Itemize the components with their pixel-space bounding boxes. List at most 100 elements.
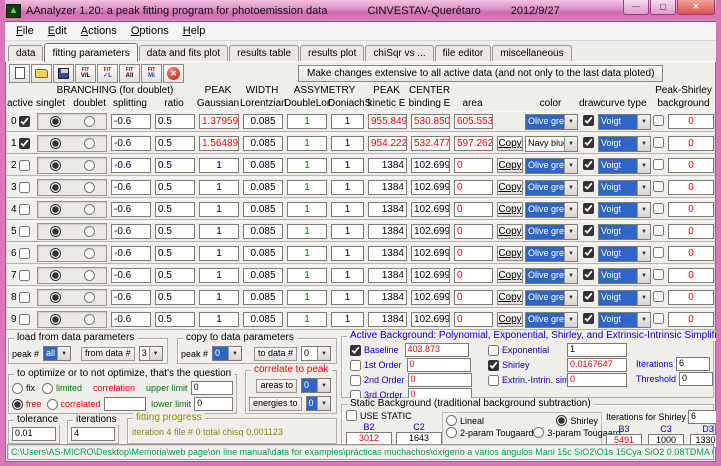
- doublelor-field[interactable]: 1: [287, 158, 327, 173]
- threshold-field[interactable]: 0: [679, 372, 713, 386]
- to-data-button[interactable]: to data #: [254, 347, 297, 361]
- lorentzian-field[interactable]: 0.085: [243, 136, 283, 151]
- kinetic-field[interactable]: 1384: [368, 202, 407, 217]
- singlet-radio[interactable]: [50, 116, 61, 127]
- tougaard3-radio[interactable]: [533, 427, 544, 438]
- tab-data[interactable]: data: [8, 45, 43, 61]
- lorentzian-field[interactable]: 0.085: [243, 114, 283, 129]
- draw-checkbox[interactable]: [583, 313, 594, 324]
- chevron-down-icon[interactable]: ▼: [637, 181, 650, 195]
- peak-shirley-field[interactable]: 0: [668, 202, 714, 217]
- peak-shirley-checkbox[interactable]: [653, 225, 664, 236]
- binding-field[interactable]: 102.6995: [411, 180, 450, 195]
- tab-data-and-fits-plot[interactable]: data and fits plot: [139, 45, 228, 61]
- iterations-field[interactable]: 4: [71, 427, 115, 441]
- doublet-radio[interactable]: [84, 226, 95, 237]
- binding-field[interactable]: 532.4771: [411, 136, 450, 151]
- doublet-radio[interactable]: [84, 292, 95, 303]
- gaussian-field[interactable]: 1.56489: [199, 136, 239, 151]
- binding-field[interactable]: 530.8508: [411, 114, 450, 129]
- curve-type-combo[interactable]: Voigt▼: [598, 268, 651, 284]
- use-static-checkbox[interactable]: [346, 410, 357, 421]
- doublet-radio[interactable]: [84, 116, 95, 127]
- lorentzian-field[interactable]: 0.085: [243, 312, 283, 327]
- draw-checkbox[interactable]: [583, 181, 594, 192]
- peak-shirley-checkbox[interactable]: [653, 313, 664, 324]
- fit-vl-button[interactable]: FITV/L: [75, 64, 96, 83]
- binding-field[interactable]: 102.6995: [411, 224, 450, 239]
- peak-shirley-field[interactable]: 0: [668, 246, 714, 261]
- fit-check-button[interactable]: FIT✓L: [97, 64, 118, 83]
- copy-button[interactable]: Copy: [497, 312, 523, 327]
- binding-field[interactable]: 102.6995: [411, 268, 450, 283]
- splitting-field[interactable]: -0.6: [111, 290, 151, 305]
- shirley-checkbox[interactable]: [488, 360, 499, 371]
- doniachs-field[interactable]: 1: [331, 136, 364, 151]
- kinetic-field[interactable]: 1384: [368, 224, 407, 239]
- chevron-down-icon[interactable]: ▼: [564, 159, 577, 173]
- doniachs-field[interactable]: 1: [331, 158, 364, 173]
- doniachs-field[interactable]: 1: [331, 202, 364, 217]
- binding-field[interactable]: 102.6995: [411, 202, 450, 217]
- shirley-field[interactable]: 0.0167647: [567, 358, 627, 372]
- menu-actions[interactable]: Actions: [74, 23, 124, 39]
- active-checkbox[interactable]: [19, 314, 30, 325]
- chevron-down-icon[interactable]: ▼: [564, 115, 577, 129]
- energies-to-button[interactable]: energies to: [249, 397, 302, 411]
- gaussian-field[interactable]: 1: [199, 180, 239, 195]
- draw-checkbox[interactable]: [583, 247, 594, 258]
- splitting-field[interactable]: -0.6: [111, 268, 151, 283]
- gaussian-field[interactable]: 1: [199, 224, 239, 239]
- from-data-button[interactable]: from data #: [81, 347, 135, 361]
- binding-field[interactable]: 102.6995: [411, 290, 450, 305]
- color-combo[interactable]: Olive green▼: [525, 180, 578, 196]
- draw-checkbox[interactable]: [583, 137, 594, 148]
- lorentzian-field[interactable]: 0.085: [243, 202, 283, 217]
- splitting-field[interactable]: -0.6: [111, 136, 151, 151]
- area-field[interactable]: 0: [454, 312, 493, 327]
- copy-button[interactable]: Copy: [497, 246, 523, 261]
- doublet-radio[interactable]: [84, 182, 95, 193]
- peak-shirley-field[interactable]: 0: [668, 312, 714, 327]
- chevron-down-icon[interactable]: ▼: [149, 347, 162, 360]
- color-combo[interactable]: Olive green▼: [525, 224, 578, 240]
- kinetic-field[interactable]: 1384: [368, 180, 407, 195]
- make-changes-button[interactable]: Make changes extensive to all active dat…: [298, 65, 663, 82]
- draw-checkbox[interactable]: [583, 115, 594, 126]
- peak-shirley-checkbox[interactable]: [653, 247, 664, 258]
- curve-type-combo[interactable]: Voigt▼: [598, 290, 651, 306]
- peak-shirley-checkbox[interactable]: [653, 137, 664, 148]
- lorentzian-field[interactable]: 0.085: [243, 224, 283, 239]
- doublet-radio[interactable]: [84, 160, 95, 171]
- second-order-field[interactable]: 0: [408, 373, 472, 387]
- gaussian-field[interactable]: 1: [199, 268, 239, 283]
- doublet-radio[interactable]: [84, 270, 95, 281]
- area-field[interactable]: 605.553: [454, 114, 493, 129]
- new-file-button[interactable]: [9, 64, 30, 83]
- peak-shirley-checkbox[interactable]: [653, 181, 664, 192]
- curve-type-combo[interactable]: Voigt▼: [598, 224, 651, 240]
- doublet-radio[interactable]: [84, 138, 95, 149]
- load-peak-combo[interactable]: all▼: [43, 346, 71, 361]
- doniachs-field[interactable]: 1: [331, 290, 364, 305]
- minimize-button[interactable]: —: [623, 0, 649, 15]
- to-data-combo[interactable]: 0▼: [301, 346, 331, 361]
- doublet-radio[interactable]: [84, 314, 95, 325]
- singlet-radio[interactable]: [50, 182, 61, 193]
- lower-limit-field[interactable]: 0: [194, 397, 233, 411]
- lorentzian-field[interactable]: 0.085: [243, 158, 283, 173]
- doniachs-field[interactable]: 1: [331, 268, 364, 283]
- gaussian-field[interactable]: 1: [199, 158, 239, 173]
- kinetic-field[interactable]: 1384: [368, 158, 407, 173]
- curve-type-combo[interactable]: Voigt▼: [598, 114, 651, 130]
- draw-checkbox[interactable]: [583, 203, 594, 214]
- active-checkbox[interactable]: [19, 270, 30, 281]
- tab-file-editor[interactable]: file editor: [435, 45, 492, 61]
- area-field[interactable]: 0: [454, 158, 493, 173]
- chevron-down-icon[interactable]: ▼: [564, 313, 577, 327]
- color-combo[interactable]: Olive green▼: [525, 246, 578, 262]
- kinetic-field[interactable]: 1384: [368, 290, 407, 305]
- area-field[interactable]: 0: [454, 224, 493, 239]
- correlated-field[interactable]: [104, 397, 147, 411]
- limited-radio[interactable]: [42, 383, 53, 394]
